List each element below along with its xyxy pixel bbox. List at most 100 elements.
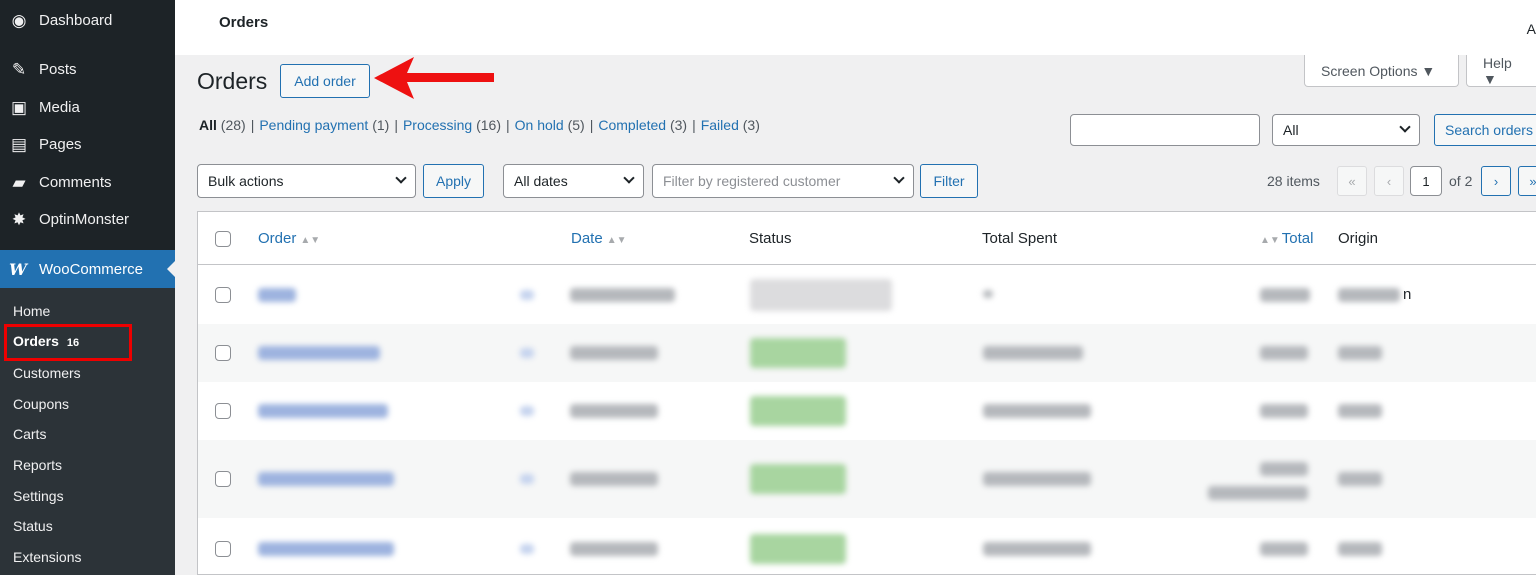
order-date (570, 288, 675, 302)
customer-filter-select[interactable]: Filter by registered customer (652, 164, 914, 198)
order-date (570, 404, 658, 418)
order-total-note (1208, 486, 1308, 500)
row-checkbox[interactable] (215, 287, 231, 303)
pin-icon: ✎ (11, 59, 27, 79)
view-failed[interactable]: Failed (701, 117, 739, 133)
next-page-button[interactable]: › (1481, 166, 1511, 196)
select-value: All dates (514, 173, 568, 189)
sort-icon: ▲▼ (300, 235, 321, 246)
view-count: (3) (669, 117, 688, 133)
sidebar-item-comments[interactable]: ▰ Comments (0, 164, 175, 201)
filter-button[interactable]: Filter (920, 164, 978, 198)
sidebar-item-label: Dashboard (39, 12, 113, 29)
submenu-item-coupons[interactable]: Coupons (13, 396, 69, 412)
select-placeholder: Filter by registered customer (663, 173, 841, 189)
select-all-checkbox[interactable] (215, 231, 231, 247)
total-spent (983, 404, 1091, 418)
order-origin (1338, 288, 1400, 302)
last-page-button[interactable]: » (1518, 166, 1536, 196)
submenu-item-extensions[interactable]: Extensions (13, 549, 81, 565)
order-link[interactable] (258, 542, 394, 556)
table-row[interactable] (198, 518, 1536, 575)
sidebar-item-label: Pages (39, 136, 82, 153)
add-order-button[interactable]: Add order (280, 64, 370, 98)
date-filter-select[interactable]: All dates (503, 164, 644, 198)
row-checkbox[interactable] (215, 471, 231, 487)
sidebar-item-label: WooCommerce (39, 260, 143, 278)
table-row[interactable] (198, 324, 1536, 382)
submenu-item-customers[interactable]: Customers (13, 365, 81, 381)
orders-table: Order ▲▼ Date ▲▼ Status Total Spent ▲▼ Tota… (197, 211, 1536, 575)
table-row[interactable] (198, 440, 1536, 518)
total-spent (983, 472, 1091, 486)
column-label: Date (571, 230, 603, 247)
preview-icon[interactable] (520, 290, 534, 300)
submenu-item-carts[interactable]: Carts (13, 426, 46, 442)
header-title: Orders (219, 14, 269, 31)
table-row[interactable] (198, 382, 1536, 440)
search-orders-button[interactable]: Search orders (1434, 114, 1536, 146)
table-row[interactable]: n (198, 266, 1536, 324)
total-spent (983, 290, 993, 298)
sidebar-item-pages[interactable]: ▤ Pages (0, 126, 175, 163)
status-filter-select[interactable]: All (1272, 114, 1420, 146)
view-label: Failed (700, 117, 739, 133)
preview-icon[interactable] (520, 544, 534, 554)
row-checkbox[interactable] (215, 541, 231, 557)
submenu-item-home[interactable]: Home (13, 303, 50, 319)
order-link[interactable] (258, 346, 380, 360)
chevron-down-icon (623, 172, 635, 184)
items-count: 28 items (1267, 173, 1320, 189)
apply-button[interactable]: Apply (423, 164, 484, 198)
sidebar-item-woocommerce[interactable]: W WooCommerce (0, 250, 175, 288)
sort-icon: ▲▼ (1260, 235, 1280, 246)
view-processing[interactable]: Processing (403, 117, 472, 133)
view-pending-payment[interactable]: Pending payment (259, 117, 368, 133)
chevron-down-icon (395, 172, 407, 184)
view-on-hold[interactable]: On hold (515, 117, 564, 133)
media-icon: ▣ (10, 97, 28, 117)
bulk-actions-select[interactable]: Bulk actions (197, 164, 416, 198)
separator: | (250, 117, 255, 133)
view-count: (3) (742, 117, 760, 133)
submenu-item-settings[interactable]: Settings (13, 488, 64, 504)
optinmonster-icon: ✸ (11, 209, 27, 229)
order-origin (1338, 472, 1382, 486)
prev-page-button[interactable]: ‹ (1374, 166, 1404, 196)
view-all[interactable]: All (28) (199, 117, 246, 133)
sidebar-item-dashboard[interactable]: ◉ Dashboard (0, 2, 175, 39)
sidebar-item-media[interactable]: ▣ Media (0, 89, 175, 126)
sidebar-item-posts[interactable]: ✎ Posts (0, 51, 175, 88)
sidebar-item-label: Media (39, 99, 80, 116)
sidebar-item-label: Posts (39, 61, 77, 78)
view-label: All (199, 117, 217, 133)
activity-panel[interactable]: F Acti (1510, 4, 1536, 38)
order-origin (1338, 542, 1382, 556)
submenu-item-reports[interactable]: Reports (13, 457, 62, 473)
red-arrow-annotation (374, 57, 494, 99)
screen-options-button[interactable]: Screen Options ▼ (1304, 55, 1459, 87)
first-page-button[interactable]: « (1337, 166, 1367, 196)
row-checkbox[interactable] (215, 403, 231, 419)
preview-icon[interactable] (520, 474, 534, 484)
order-link[interactable] (258, 472, 394, 486)
help-button[interactable]: Help ▼ (1466, 55, 1536, 87)
column-total[interactable]: ▲▼ Total (1260, 230, 1313, 247)
row-checkbox[interactable] (215, 345, 231, 361)
view-label: Pending payment (259, 117, 369, 133)
woocommerce-icon: W (9, 259, 27, 279)
column-order[interactable]: Order ▲▼ (258, 230, 320, 247)
column-date[interactable]: Date ▲▼ (571, 230, 626, 247)
submenu-item-status[interactable]: Status (13, 518, 53, 534)
order-total (1260, 542, 1308, 556)
view-completed[interactable]: Completed (598, 117, 666, 133)
preview-icon[interactable] (520, 406, 534, 416)
order-link[interactable] (258, 288, 296, 302)
order-link[interactable] (258, 404, 388, 418)
view-count: (1) (372, 117, 390, 133)
current-page-input[interactable]: 1 (1410, 166, 1442, 196)
order-search-input[interactable] (1070, 114, 1260, 146)
sidebar-item-optinmonster[interactable]: ✸ OptinMonster (0, 201, 175, 238)
preview-icon[interactable] (520, 348, 534, 358)
status-badge (750, 338, 846, 368)
